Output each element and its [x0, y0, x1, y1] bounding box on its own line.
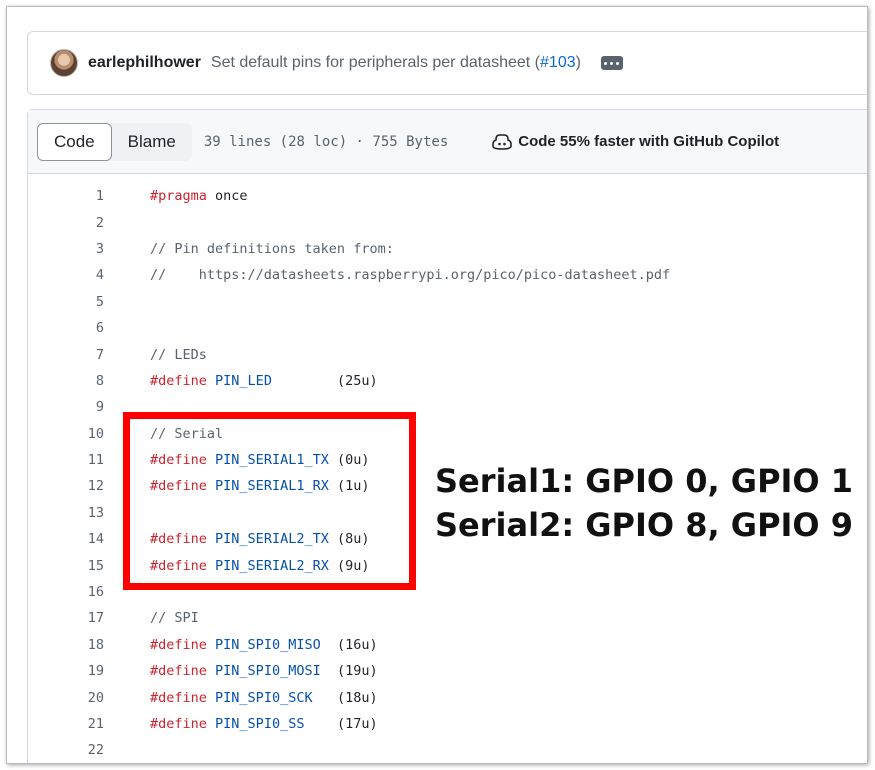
annotation-line-serial2: Serial2: GPIO 8, GPIO 9 [435, 506, 854, 544]
code-keyword: #define [150, 689, 207, 706]
code-line: 20 #define PIN_SPI0_SCK (18u) [28, 684, 867, 710]
code-identifier: PIN_SPI0_SCK [215, 689, 313, 706]
line-source: // LEDs [150, 347, 207, 363]
line-number[interactable]: 22 [28, 742, 104, 758]
line-number[interactable]: 8 [28, 373, 104, 389]
line-number[interactable]: 7 [28, 347, 104, 363]
line-number[interactable]: 21 [28, 716, 104, 732]
copilot-promo[interactable]: Code 55% faster with GitHub Copilot [492, 133, 779, 151]
latest-commit-bar: earlephilhower Set default pins for peri… [27, 31, 867, 95]
pr-link[interactable]: #103 [540, 54, 576, 71]
code-keyword: #define [150, 663, 207, 680]
line-number[interactable]: 13 [28, 505, 104, 521]
line-number[interactable]: 17 [28, 610, 104, 626]
code-comment: // LEDs [150, 346, 207, 363]
annotation-line-serial1: Serial1: GPIO 0, GPIO 1 [435, 462, 854, 500]
line-number[interactable]: 18 [28, 637, 104, 653]
line-source: #pragma once [150, 188, 248, 204]
line-number[interactable]: 19 [28, 663, 104, 679]
code-keyword: #define [150, 372, 207, 389]
line-source: #define PIN_LED (25u) [150, 373, 378, 389]
line-number[interactable]: 16 [28, 584, 104, 600]
code-identifier: PIN_LED [215, 372, 272, 389]
code-text: (19u) [320, 663, 378, 680]
line-number[interactable]: 10 [28, 426, 104, 442]
line-number[interactable]: 6 [28, 320, 104, 336]
code-line: 8 #define PIN_LED (25u) [28, 368, 867, 394]
line-number[interactable]: 20 [28, 690, 104, 706]
author-avatar[interactable] [50, 49, 78, 77]
commit-author[interactable]: earlephilhower [88, 54, 201, 72]
tab-code[interactable]: Code [37, 122, 112, 161]
commit-message-suffix: ) [575, 54, 581, 71]
line-source: #define PIN_SPI0_SCK (18u) [150, 690, 378, 706]
screenshot-frame: earlephilhower Set default pins for peri… [6, 6, 868, 764]
code-line: 18 #define PIN_SPI0_MISO (16u) [28, 632, 867, 658]
code-text: (16u) [320, 636, 378, 653]
code-line: 2 [28, 209, 867, 235]
commit-message[interactable]: Set default pins for peripherals per dat… [211, 54, 581, 72]
line-number[interactable]: 14 [28, 531, 104, 547]
file-header: Code Blame 39 lines (28 loc) · 755 Bytes… [28, 110, 867, 174]
line-source: // https://datasheets.raspberrypi.org/pi… [150, 267, 670, 283]
line-source: #define PIN_SPI0_SS (17u) [150, 716, 378, 732]
serial-highlight-box [123, 412, 416, 590]
code-line: 1 #pragma once [28, 183, 867, 209]
code-keyword: #pragma [150, 188, 207, 205]
code-line: 7 // LEDs [28, 341, 867, 367]
file-info: 39 lines (28 loc) · 755 Bytes [203, 133, 449, 150]
code-line: 19 #define PIN_SPI0_MOSI (19u) [28, 658, 867, 684]
line-number[interactable]: 2 [28, 215, 104, 231]
code-line: 3 // Pin definitions taken from: [28, 236, 867, 262]
line-number[interactable]: 9 [28, 399, 104, 415]
line-number[interactable]: 3 [28, 241, 104, 257]
line-source: // Pin definitions taken from: [150, 241, 394, 257]
line-source: // SPI [150, 610, 199, 626]
code-comment: // https://datasheets.raspberrypi.org/pi… [150, 267, 671, 284]
code-text: (18u) [312, 689, 378, 706]
copilot-text: Code 55% faster with GitHub Copilot [518, 133, 780, 150]
commit-message-text: Set default pins for peripherals per dat… [210, 54, 541, 71]
line-source: #define PIN_SPI0_MISO (16u) [150, 637, 378, 653]
code-text: (25u) [271, 372, 378, 389]
code-identifier: PIN_SPI0_MOSI [215, 663, 321, 680]
more-options-icon[interactable] [600, 56, 623, 70]
code-line: 6 [28, 315, 867, 341]
code-identifier: PIN_SPI0_MISO [215, 636, 321, 653]
code-line: 17 // SPI [28, 605, 867, 631]
view-toggle: Code Blame [37, 122, 192, 161]
code-line: 5 [28, 289, 867, 315]
line-number[interactable]: 15 [28, 558, 104, 574]
line-number[interactable]: 1 [28, 188, 104, 204]
code-comment: // Pin definitions taken from: [150, 240, 394, 257]
serial-annotation: Serial1: GPIO 0, GPIO 1 Serial2: GPIO 8,… [435, 459, 853, 547]
line-number[interactable]: 11 [28, 452, 104, 468]
code-line: 4 // https://datasheets.raspberrypi.org/p… [28, 262, 867, 288]
line-source: #define PIN_SPI0_MOSI (19u) [150, 663, 378, 679]
code-line: 22 [28, 737, 867, 763]
code-comment: // SPI [150, 610, 199, 627]
line-number[interactable]: 5 [28, 294, 104, 310]
code-line: 21 #define PIN_SPI0_SS (17u) [28, 711, 867, 737]
code-text: once [206, 188, 248, 205]
code-keyword: #define [150, 716, 207, 732]
code-text: (17u) [304, 716, 378, 732]
code-keyword: #define [150, 636, 207, 653]
tab-blame[interactable]: Blame [112, 123, 192, 161]
code-identifier: PIN_SPI0_SS [215, 716, 305, 732]
line-number[interactable]: 12 [28, 478, 104, 494]
copilot-icon [492, 133, 513, 150]
line-number[interactable]: 4 [28, 267, 104, 283]
